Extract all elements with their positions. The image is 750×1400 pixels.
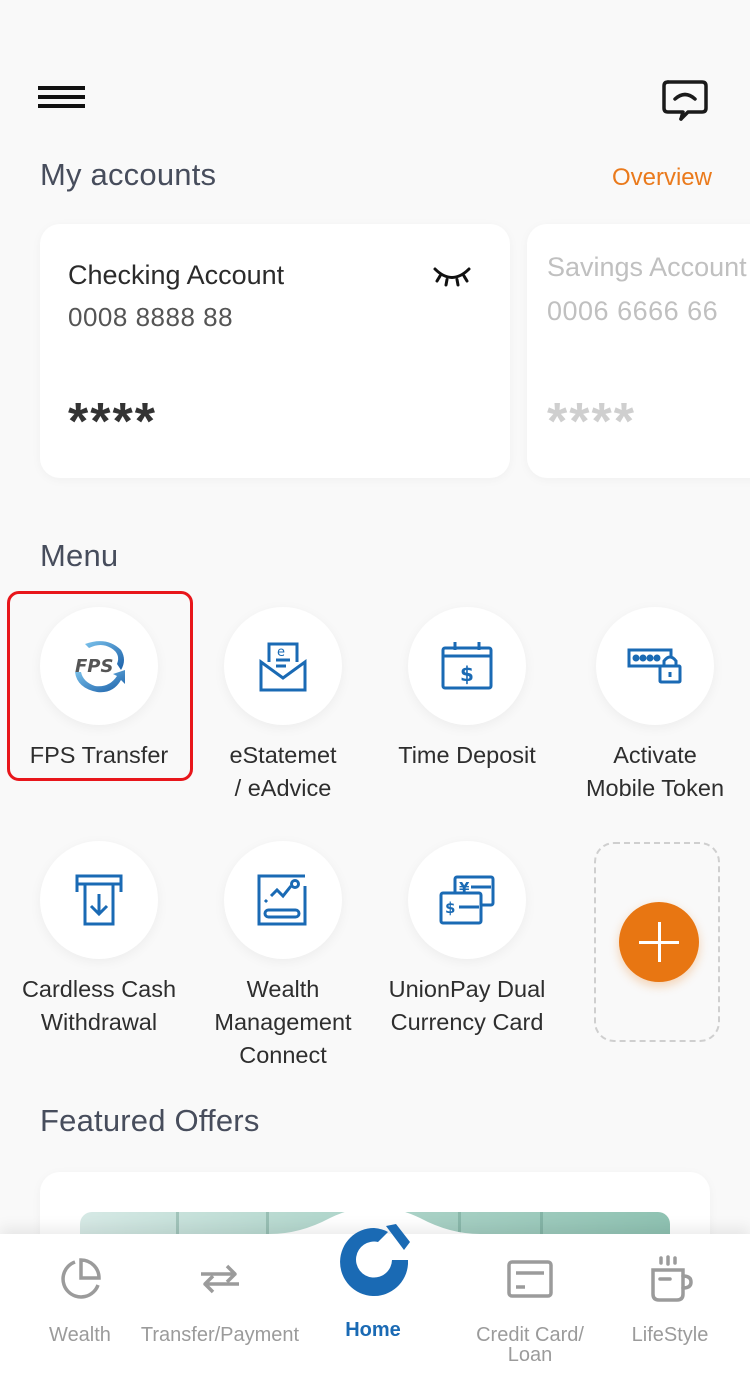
atm-withdrawal-icon: [75, 874, 123, 926]
menu-item-fps-transfer[interactable]: FPS FPS Transfer: [7, 607, 191, 772]
menu-item-label: Activate Mobile Token: [585, 742, 725, 801]
tab-label: Wealth: [49, 1324, 111, 1346]
tab-transfer-payment[interactable]: Transfer/Payment: [130, 1234, 310, 1345]
menu-item-mobile-token[interactable]: Activate Mobile Token: [563, 607, 747, 805]
hamburger-menu-icon[interactable]: [38, 86, 86, 108]
pie-chart-icon: [61, 1258, 101, 1299]
wealth-chart-icon: [257, 874, 307, 926]
overview-link[interactable]: Overview: [612, 164, 712, 192]
tab-label: Credit Card/ Loan: [476, 1324, 584, 1366]
tab-label: LifeStyle: [631, 1324, 709, 1346]
menu-item-label: UnionPay Dual Currency Card: [388, 976, 546, 1035]
account-name: Savings Account: [547, 252, 747, 282]
account-balance-masked: ****: [547, 393, 636, 451]
tab-home[interactable]: Home: [323, 1234, 423, 1340]
account-balance-masked: ****: [68, 393, 157, 451]
svg-text:e: e: [277, 645, 285, 660]
menu-heading: Menu: [40, 538, 119, 573]
my-accounts-heading: My accounts: [40, 157, 217, 192]
account-name: Checking Account: [68, 260, 285, 290]
menu-item-label: Wealth Management Connect: [214, 976, 352, 1068]
svg-text:$: $: [460, 662, 474, 686]
tab-credit-card-loan[interactable]: Credit Card/ Loan: [450, 1234, 610, 1365]
svg-text:$: $: [445, 899, 455, 917]
menu-icon-circle: [596, 607, 714, 725]
account-number: 0008 8888 88: [68, 302, 234, 332]
credit-card-icon: [507, 1260, 553, 1298]
eye-closed-icon[interactable]: [432, 264, 472, 290]
menu-icon-circle: ¥ $: [408, 841, 526, 959]
menu-icon-circle: FPS: [40, 607, 158, 725]
coffee-cup-icon: [651, 1255, 693, 1302]
menu-item-label: eStatemet / eAdvice: [229, 742, 337, 801]
menu-item-time-deposit[interactable]: $ Time Deposit: [375, 607, 559, 772]
account-card-checking[interactable]: Checking Account 0008 8888 88 ****: [40, 224, 510, 478]
menu-icon-circle: [40, 841, 158, 959]
menu-icon-circle: e: [224, 607, 342, 725]
top-bar: [0, 0, 750, 140]
menu-icon-circle: $: [408, 607, 526, 725]
menu-item-cardless-withdrawal[interactable]: Cardless Cash Withdrawal: [7, 841, 191, 1039]
calendar-dollar-icon: $: [441, 642, 493, 690]
fps-logo-icon: FPS: [75, 641, 125, 693]
transfer-arrows-icon: [201, 1264, 239, 1294]
chat-bubble-icon[interactable]: [660, 78, 710, 122]
account-card-savings[interactable]: Savings Account 0006 6666 66 ****: [527, 224, 750, 478]
tab-label: Home: [345, 1319, 401, 1341]
plus-icon[interactable]: [619, 902, 699, 982]
add-menu-item-slot[interactable]: [594, 842, 720, 1042]
account-number: 0006 6666 66: [547, 296, 719, 326]
featured-offers-heading: Featured Offers: [40, 1103, 260, 1138]
menu-item-wealth-connect[interactable]: Wealth Management Connect: [191, 841, 375, 1072]
tab-lifestyle[interactable]: LifeStyle: [620, 1234, 720, 1345]
tab-wealth[interactable]: Wealth: [30, 1234, 130, 1345]
menu-item-label: Cardless Cash Withdrawal: [21, 976, 177, 1035]
svg-text:FPS: FPS: [75, 656, 113, 677]
menu-item-label: FPS Transfer: [29, 742, 169, 768]
password-lock-icon: [627, 648, 682, 684]
menu-icon-circle: [224, 841, 342, 959]
estatement-envelope-icon: e: [259, 642, 307, 692]
menu-item-unionpay-dual-currency[interactable]: ¥ $ UnionPay Dual Currency Card: [375, 841, 559, 1039]
dual-currency-card-icon: ¥ $: [439, 875, 495, 925]
tab-label: Transfer/Payment: [140, 1324, 300, 1346]
menu-item-label: Time Deposit: [398, 742, 536, 768]
menu-item-estatement[interactable]: e eStatemet / eAdvice: [191, 607, 375, 805]
